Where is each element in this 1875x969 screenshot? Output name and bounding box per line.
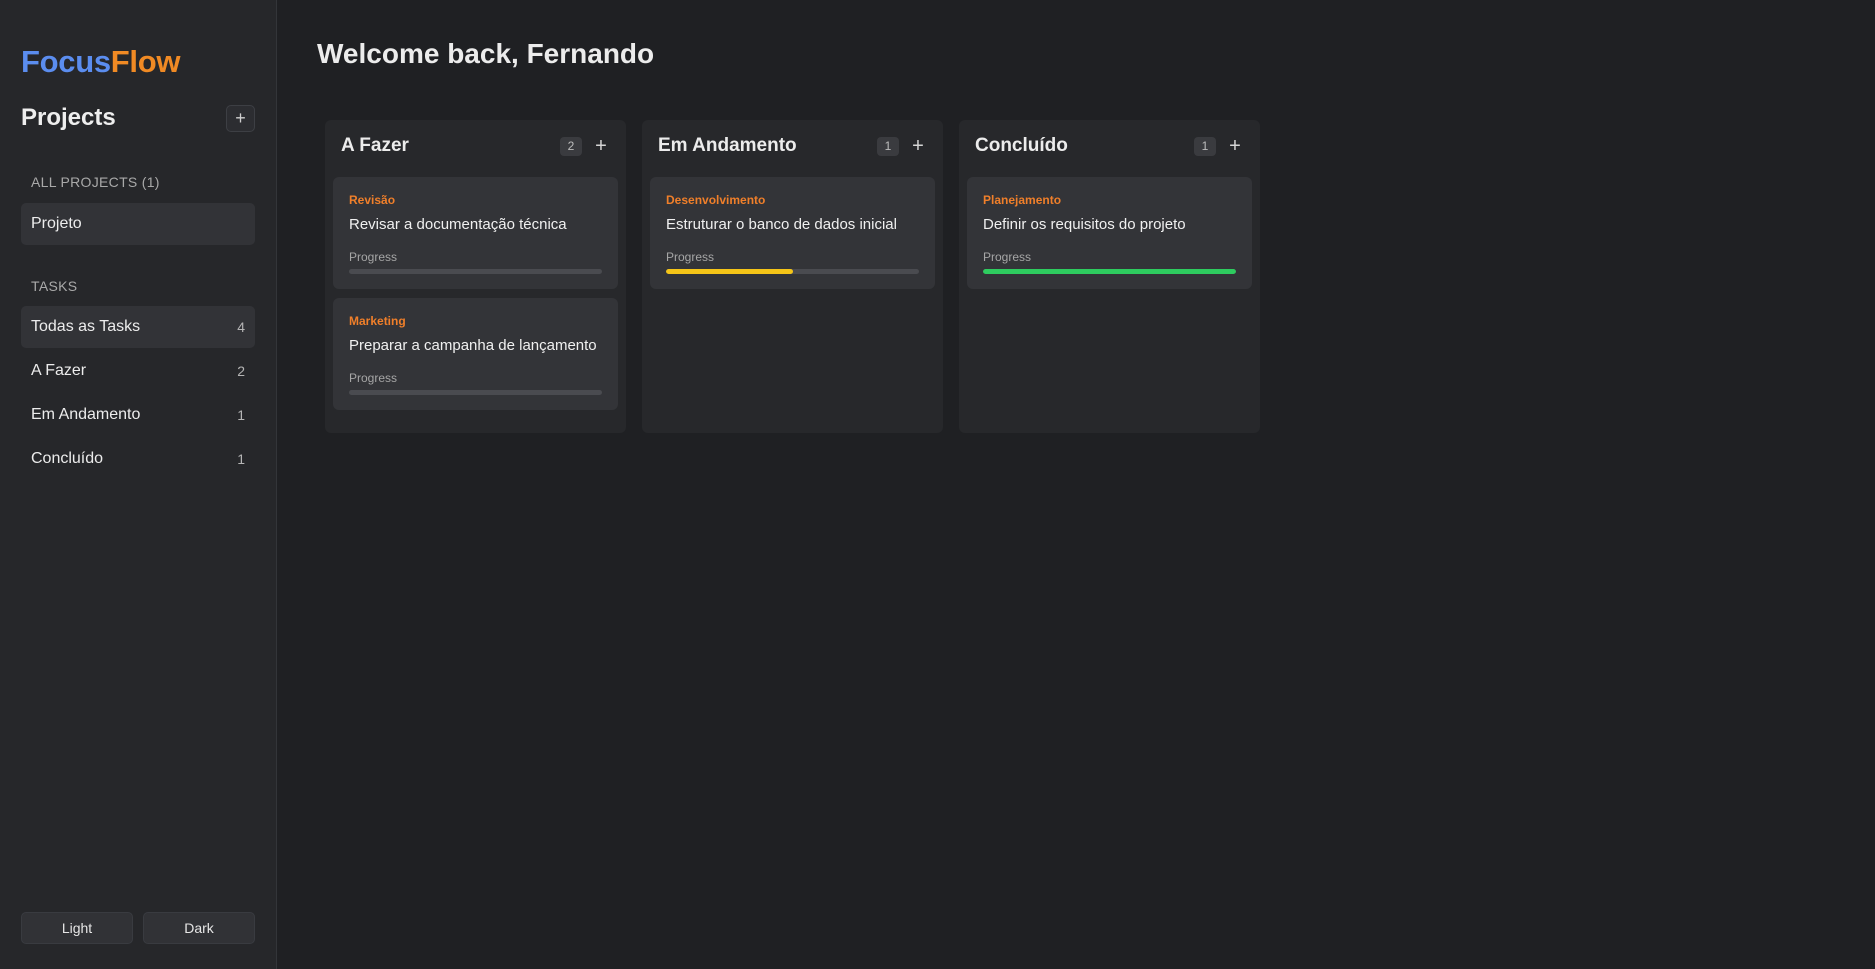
logo-flow: Flow bbox=[110, 44, 181, 79]
progress-fill bbox=[983, 269, 1236, 274]
task-card[interactable]: Planejamento Definir os requisitos do pr… bbox=[967, 177, 1252, 289]
add-task-button[interactable]: + bbox=[592, 136, 610, 156]
task-category: Desenvolvimento bbox=[666, 193, 766, 207]
light-theme-button[interactable]: Light bbox=[21, 912, 133, 944]
plus-icon: + bbox=[235, 108, 246, 128]
task-title: Revisar a documentação técnica bbox=[349, 216, 567, 233]
progress-bar bbox=[349, 390, 602, 395]
add-project-button[interactable]: + bbox=[226, 104, 255, 132]
sidebar-item-label: A Fazer bbox=[31, 362, 87, 379]
sidebar-item-a-fazer[interactable]: A Fazer 2 bbox=[21, 350, 255, 392]
column-concluido: Concluído 1 + Planejamento Definir os re… bbox=[959, 120, 1260, 433]
add-task-button[interactable]: + bbox=[909, 136, 927, 156]
column-actions: 1 + bbox=[877, 136, 927, 156]
sidebar-item-label: Em Andamento bbox=[31, 406, 141, 423]
kanban-board: A Fazer 2 + Revisão Revisar a documentaç… bbox=[325, 120, 1260, 433]
progress-label: Progress bbox=[349, 371, 398, 385]
column-title: Em Andamento bbox=[658, 135, 797, 156]
task-card[interactable]: Desenvolvimento Estruturar o banco de da… bbox=[650, 177, 935, 289]
sidebar-item-em-andamento[interactable]: Em Andamento 1 bbox=[21, 394, 255, 436]
tasks-label: TASKS bbox=[31, 278, 78, 294]
logo-focus: Focus bbox=[21, 44, 111, 79]
task-card[interactable]: Marketing Preparar a campanha de lançame… bbox=[333, 298, 618, 410]
column-title: Concluído bbox=[975, 135, 1068, 156]
projects-title: Projects bbox=[21, 104, 116, 131]
column-em-andamento: Em Andamento 1 + Desenvolvimento Estrutu… bbox=[642, 120, 943, 433]
task-category: Planejamento bbox=[983, 193, 1062, 207]
sidebar-item-label: Concluído bbox=[31, 450, 104, 467]
column-count-badge: 2 bbox=[560, 136, 582, 156]
column-header: Concluído 1 + bbox=[967, 132, 1252, 160]
column-title: A Fazer bbox=[341, 135, 409, 156]
column-actions: 2 + bbox=[560, 136, 610, 156]
task-title: Definir os requisitos do projeto bbox=[983, 216, 1186, 233]
sidebar-item-label: Projeto bbox=[31, 215, 82, 232]
sidebar-item-count: 2 bbox=[237, 363, 245, 379]
column-header: Em Andamento 1 + bbox=[650, 132, 935, 160]
column-count-badge: 1 bbox=[1194, 136, 1216, 156]
column-actions: 1 + bbox=[1194, 136, 1244, 156]
theme-switcher: Light Dark bbox=[21, 912, 255, 944]
progress-label: Progress bbox=[349, 250, 398, 264]
add-task-button[interactable]: + bbox=[1226, 136, 1244, 156]
sidebar-item-concluido[interactable]: Concluído 1 bbox=[21, 438, 255, 480]
task-card[interactable]: Revisão Revisar a documentação técnica P… bbox=[333, 177, 618, 289]
task-title: Preparar a campanha de lançamento bbox=[349, 337, 597, 354]
column-a-fazer: A Fazer 2 + Revisão Revisar a documentaç… bbox=[325, 120, 626, 433]
plus-icon: + bbox=[1229, 135, 1241, 157]
task-title: Estruturar o banco de dados inicial bbox=[666, 216, 897, 233]
sidebar-item-count: 4 bbox=[237, 319, 245, 335]
sidebar-item-projeto[interactable]: Projeto bbox=[21, 203, 255, 245]
all-projects-label: ALL PROJECTS (1) bbox=[31, 174, 160, 190]
plus-icon: + bbox=[912, 135, 924, 157]
main-content: Welcome back, Fernando A Fazer 2 + Revis… bbox=[277, 0, 1875, 969]
sidebar-item-todas-as-tasks[interactable]: Todas as Tasks 4 bbox=[21, 306, 255, 348]
task-category: Revisão bbox=[349, 193, 396, 207]
sidebar-item-count: 1 bbox=[237, 451, 245, 467]
progress-label: Progress bbox=[666, 250, 715, 264]
sidebar: FocusFlow Projects + ALL PROJECTS (1) Pr… bbox=[0, 0, 277, 969]
dark-theme-button[interactable]: Dark bbox=[143, 912, 255, 944]
progress-label: Progress bbox=[983, 250, 1032, 264]
sidebar-item-count: 1 bbox=[237, 407, 245, 423]
progress-bar bbox=[983, 269, 1236, 274]
column-header: A Fazer 2 + bbox=[333, 132, 618, 160]
sidebar-item-label: Todas as Tasks bbox=[31, 318, 141, 335]
app-root: FocusFlow Projects + ALL PROJECTS (1) Pr… bbox=[0, 0, 1875, 969]
plus-icon: + bbox=[595, 135, 607, 157]
task-category: Marketing bbox=[349, 314, 406, 328]
progress-fill bbox=[666, 269, 793, 274]
column-count-badge: 1 bbox=[877, 136, 899, 156]
app-logo: FocusFlow bbox=[21, 44, 181, 80]
progress-bar bbox=[349, 269, 602, 274]
welcome-heading: Welcome back, Fernando bbox=[317, 38, 655, 69]
projects-header: Projects + bbox=[21, 104, 255, 132]
progress-bar bbox=[666, 269, 919, 274]
